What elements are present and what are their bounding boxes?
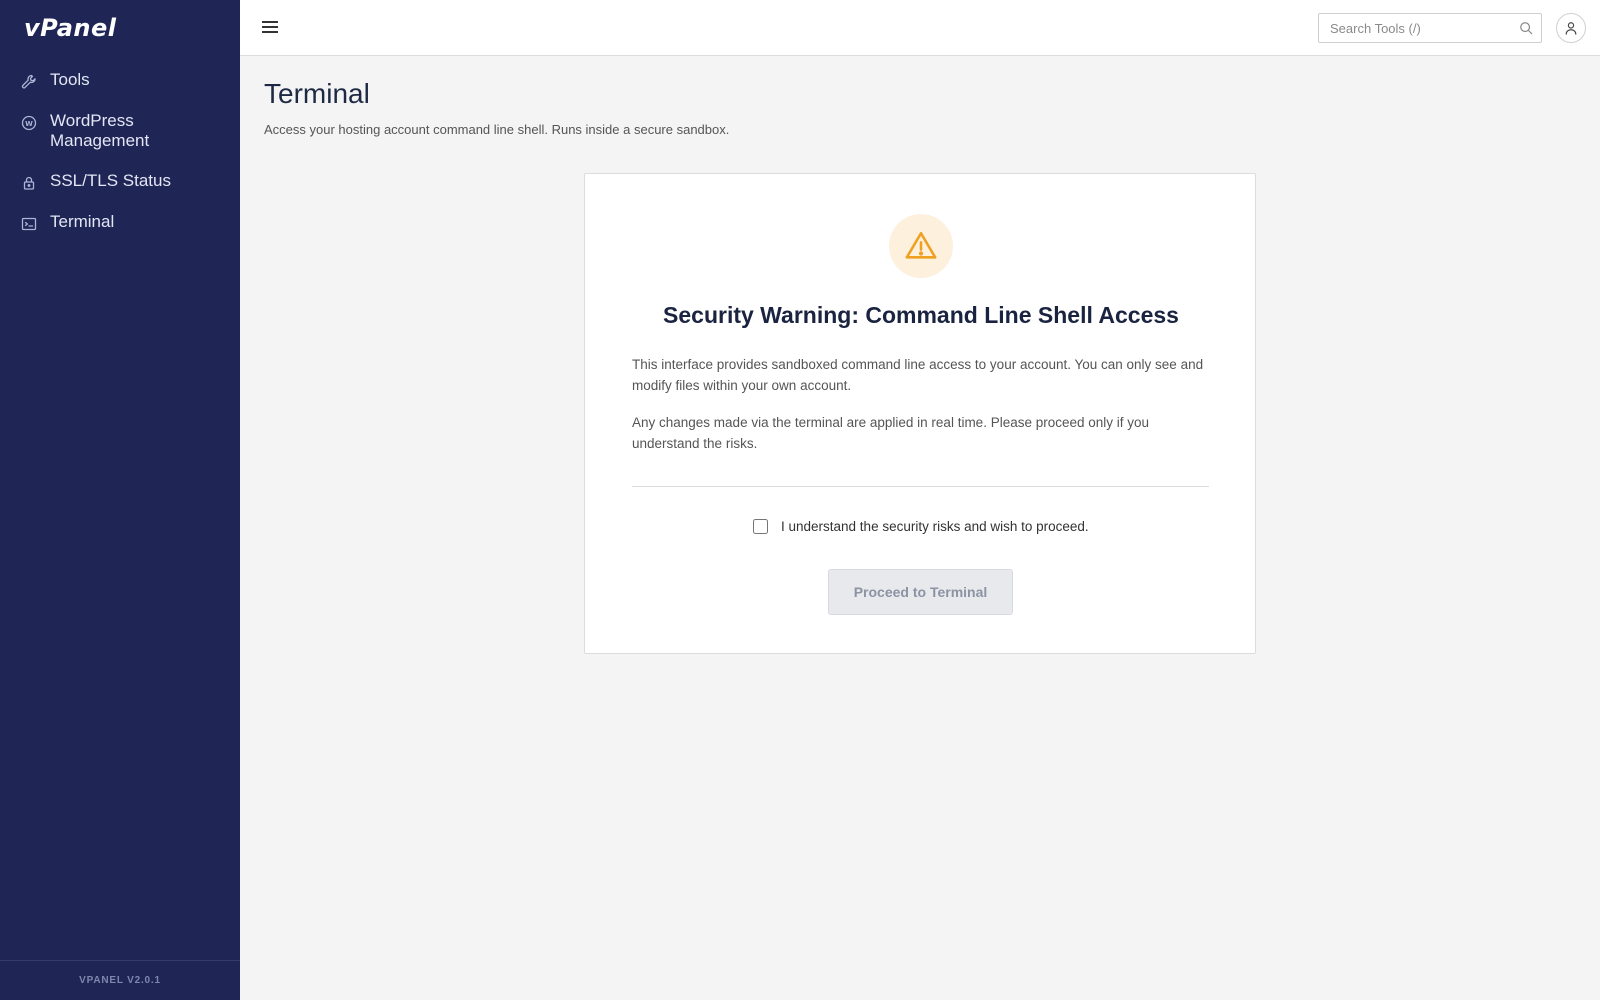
sidebar-nav: Tools W WordPress Management SSL/TLS Sta… <box>0 66 240 249</box>
top-bar <box>240 0 1600 56</box>
wrench-icon <box>20 73 38 91</box>
search-icon[interactable] <box>1519 21 1533 35</box>
warning-paragraph-1: This interface provides sandboxed comman… <box>632 357 1204 393</box>
terminal-icon <box>20 215 38 233</box>
svg-text:W: W <box>25 120 33 128</box>
acknowledge-checkbox[interactable] <box>753 519 768 534</box>
sidebar-item-label: Terminal <box>50 212 115 231</box>
page-title: Terminal <box>264 78 370 109</box>
warning-badge <box>889 214 953 278</box>
page-description: Access your hosting account command line… <box>264 122 730 137</box>
search-box <box>1318 13 1542 43</box>
hamburger-icon <box>262 21 278 23</box>
acknowledge-label[interactable]: I understand the security risks and wish… <box>781 519 1089 534</box>
menu-toggle-button[interactable] <box>262 18 282 38</box>
sidebar-item-ssl-tls-status[interactable]: SSL/TLS Status <box>0 167 240 196</box>
user-account-button[interactable] <box>1556 13 1586 43</box>
lock-icon <box>20 174 38 192</box>
security-warning-card: Security Warning: Command Line Shell Acc… <box>584 173 1256 654</box>
sidebar-item-label: WordPress Management <box>50 111 150 150</box>
wordpress-icon: W <box>20 114 38 132</box>
sidebar: vPanel Tools W WordPress Management SSL/… <box>0 0 240 1000</box>
search-input[interactable] <box>1319 14 1509 42</box>
sidebar-item-label: Tools <box>50 70 90 89</box>
sidebar-item-terminal[interactable]: Terminal <box>0 208 240 237</box>
proceed-to-terminal-button[interactable]: Proceed to Terminal <box>828 569 1013 615</box>
acknowledge-row[interactable]: I understand the security risks and wish… <box>753 519 1089 534</box>
sidebar-item-tools[interactable]: Tools <box>0 66 240 95</box>
vpanel-logo[interactable]: vPanel <box>24 14 116 42</box>
warning-title: Security Warning: Command Line Shell Acc… <box>663 302 1179 328</box>
sidebar-item-wordpress-management[interactable]: W WordPress Management <box>0 107 240 155</box>
user-icon <box>1565 22 1577 35</box>
divider <box>632 486 1209 487</box>
warning-triangle-icon <box>905 231 937 259</box>
sidebar-item-label: SSL/TLS Status <box>50 171 171 190</box>
warning-paragraph-2: Any changes made via the terminal are ap… <box>632 415 1150 451</box>
app-version: VPANEL V2.0.1 <box>0 960 240 1000</box>
